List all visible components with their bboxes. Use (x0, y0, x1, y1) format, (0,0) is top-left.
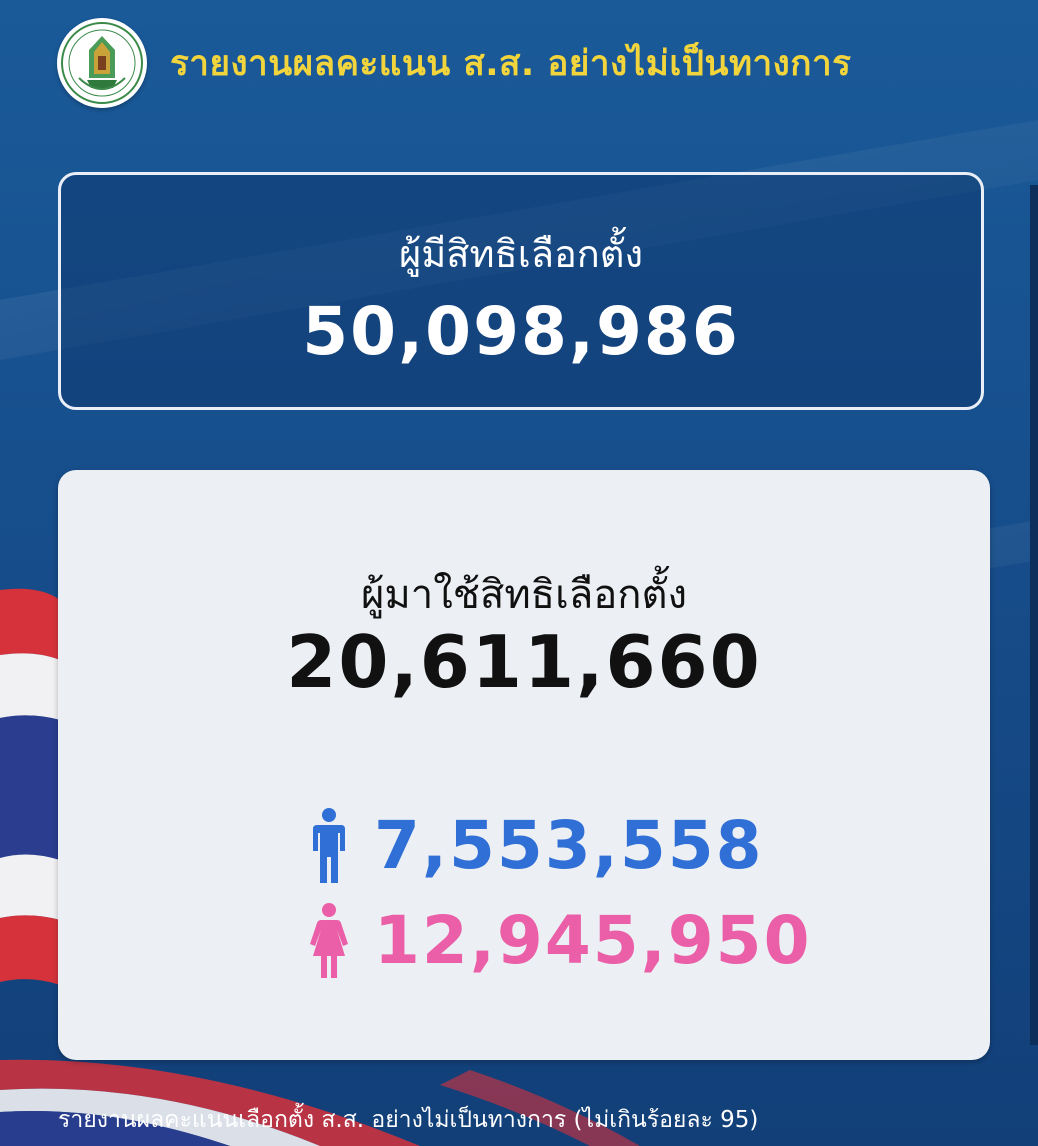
male-turnout-count: 7,553,558 (374, 806, 764, 884)
eligible-voters-count: 50,098,986 (302, 293, 740, 370)
female-turnout-row: 12,945,950 (306, 900, 812, 980)
election-commission-seal-icon (57, 18, 147, 108)
footer-note: รายงานผลคะแนนเลือกตั้ง ส.ส. อย่างไม่เป็น… (58, 1107, 759, 1133)
turnout-count: 20,611,660 (286, 620, 762, 704)
turnout-label: ผู้มาใช้สิทธิเลือกตั้ง (360, 572, 688, 618)
eligible-voters-panel: ผู้มีสิทธิเลือกตั้ง 50,098,986 (58, 172, 984, 410)
right-edge-shadow (1030, 185, 1038, 1045)
male-person-icon (306, 807, 352, 883)
eligible-voters-label: ผู้มีสิทธิเลือกตั้ง (398, 232, 644, 276)
header: รายงานผลคะแนน ส.ส. อย่างไม่เป็นทางการ (0, 8, 1038, 108)
report-title: รายงานผลคะแนน ส.ส. อย่างไม่เป็นทางการ (170, 44, 852, 84)
male-turnout-row: 7,553,558 (306, 805, 764, 885)
turnout-card: ผู้มาใช้สิทธิเลือกตั้ง 20,611,660 7,553,… (58, 470, 990, 1060)
female-person-icon (306, 902, 352, 978)
female-turnout-count: 12,945,950 (374, 901, 812, 979)
